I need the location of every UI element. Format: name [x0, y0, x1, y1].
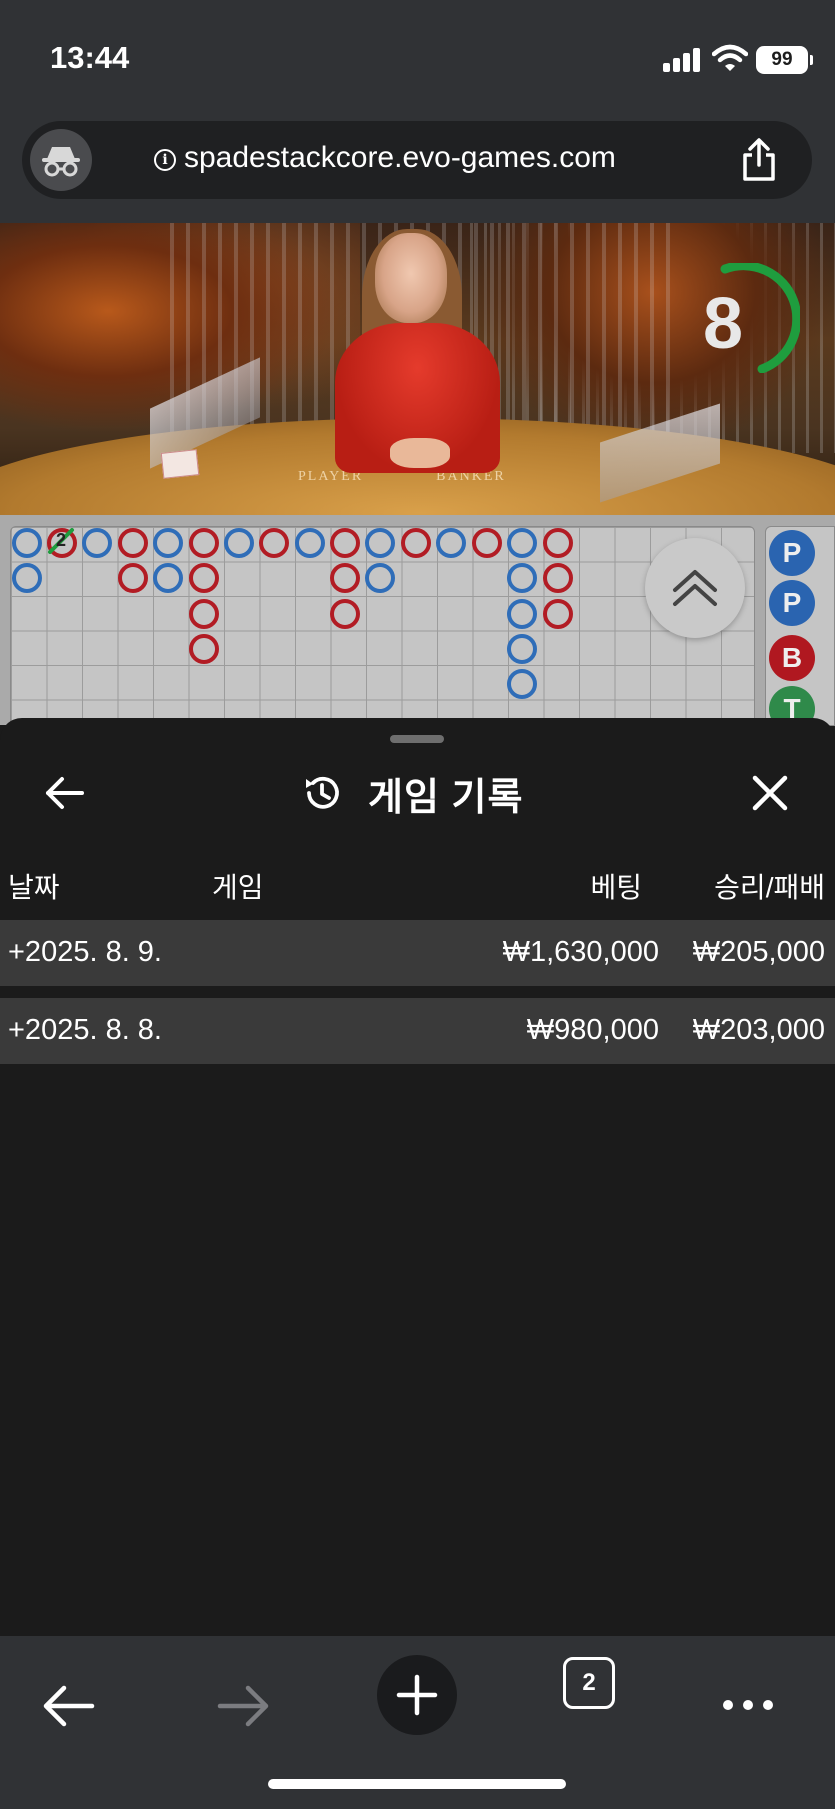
banker-bead [330, 528, 360, 558]
banker-bead [189, 599, 219, 629]
column-header-game: 게임 [212, 872, 264, 903]
row-win-loss: ₩203,000 [692, 1014, 825, 1046]
row-win-loss: ₩205,000 [692, 936, 825, 968]
player-bead [507, 599, 537, 629]
banker-bead [330, 563, 360, 593]
browser-address-area: i spadestackcore.evo-games.com [0, 110, 835, 223]
row-bet: ₩980,000 [526, 1014, 659, 1046]
player-bead [365, 528, 395, 558]
player-bead [12, 563, 42, 593]
expand-roadmap-button[interactable] [645, 538, 745, 638]
column-header-date: 날짜 [8, 872, 60, 903]
share-icon[interactable] [737, 137, 781, 183]
player-bead [436, 528, 466, 558]
table-row[interactable]: +2025. 8. 8. ₩980,000 ₩203,000 [0, 998, 835, 1064]
card [160, 449, 200, 479]
side-chip-player: P [769, 580, 815, 626]
incognito-icon[interactable] [30, 129, 92, 191]
close-icon[interactable] [745, 768, 795, 818]
status-bar: 13:44 99 [0, 0, 835, 110]
player-bead [82, 528, 112, 558]
column-header-win-loss: 승리/패배 [714, 872, 825, 903]
battery-icon: 99 [756, 46, 813, 74]
side-chip-banker: B [769, 635, 815, 681]
sheet-drag-handle[interactable] [390, 735, 444, 743]
player-bead [295, 528, 325, 558]
row-date: +2025. 8. 8. [8, 1014, 162, 1046]
back-arrow-icon[interactable] [40, 768, 90, 818]
history-icon [306, 776, 339, 809]
countdown-timer: 8 [702, 284, 744, 364]
banker-bead [189, 634, 219, 664]
back-icon[interactable] [30, 1666, 110, 1746]
banker-bead [543, 528, 573, 558]
forward-icon[interactable] [202, 1666, 282, 1746]
wifi-icon [712, 44, 748, 71]
player-bead [507, 563, 537, 593]
banker-bead [118, 528, 148, 558]
row-date: +2025. 8. 9. [8, 936, 162, 968]
more-icon[interactable] [708, 1666, 788, 1746]
player-bead [507, 634, 537, 664]
banker-bead [189, 563, 219, 593]
banker-bead [472, 528, 502, 558]
banker-bead [401, 528, 431, 558]
player-bead [507, 669, 537, 699]
home-indicator [268, 1779, 566, 1789]
player-bead [12, 528, 42, 558]
side-chip-player: P [769, 530, 815, 576]
plus-icon [396, 1674, 438, 1716]
player-bead [224, 528, 254, 558]
player-bead [153, 563, 183, 593]
live-video[interactable]: PLAYER BANKER 8 [0, 223, 835, 515]
new-tab-button[interactable] [377, 1655, 457, 1735]
url-text[interactable]: spadestackcore.evo-games.com [184, 141, 616, 175]
column-header-bet: 베팅 [590, 872, 642, 903]
table-row[interactable]: +2025. 8. 9. ₩1,630,000 ₩205,000 [0, 920, 835, 986]
player-bead [507, 528, 537, 558]
address-bar[interactable]: i spadestackcore.evo-games.com [22, 121, 812, 199]
banker-bead [543, 563, 573, 593]
panel-title: 게임 기록 [368, 776, 524, 819]
panel-header: 게임 기록 [300, 766, 523, 820]
expand-up-icon [673, 570, 717, 606]
dealer-hands [390, 438, 450, 468]
player-bead [365, 563, 395, 593]
signal-icon [663, 48, 701, 72]
banker-bead [259, 528, 289, 558]
tabs-icon[interactable]: 2 [563, 1657, 615, 1709]
bead-number: 2 [56, 530, 67, 550]
dealer-head [375, 233, 447, 323]
status-time: 13:44 [50, 40, 130, 75]
row-bet: ₩1,630,000 [502, 936, 659, 968]
game-history-panel: 게임 기록 날짜 게임 베팅 승리/패배 +2025. 8. 9. ₩1,630… [0, 718, 835, 1636]
info-icon[interactable]: i [154, 149, 176, 171]
banker-bead [330, 599, 360, 629]
banker-bead [118, 563, 148, 593]
banker-bead [189, 528, 219, 558]
player-bead [153, 528, 183, 558]
banker-bead [543, 599, 573, 629]
